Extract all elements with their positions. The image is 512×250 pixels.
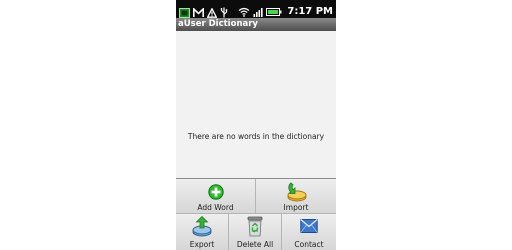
import-label: Import <box>283 203 309 212</box>
delete-all-label: Delete All <box>236 240 274 249</box>
envelope-icon <box>300 218 318 238</box>
add-word-label: Add Word <box>197 203 234 212</box>
add-icon <box>207 184 224 204</box>
app-title: aUser Dictionary <box>178 19 258 29</box>
word-list-area: There are no words in the dictionary <box>176 31 336 178</box>
recycle-bin-icon <box>246 216 264 241</box>
status-time: 7:17 PM <box>287 5 333 17</box>
contact-menu-item[interactable]: Contact <box>282 214 336 250</box>
options-menu: Add Word Import Export Delete All Contac <box>176 178 336 250</box>
export-label: Export <box>189 240 215 249</box>
import-menu-item[interactable]: Import <box>256 179 336 214</box>
empty-list-message: There are no words in the dictionary <box>187 132 325 141</box>
add-word-menu-item[interactable]: Add Word <box>176 179 256 214</box>
export-menu-item[interactable]: Export <box>176 214 229 250</box>
delete-all-menu-item[interactable]: Delete All <box>229 214 282 250</box>
contact-label: Contact <box>294 240 324 249</box>
status-bar: 7:17 PM <box>176 0 336 18</box>
app-title-bar: aUser Dictionary <box>176 18 336 31</box>
phone-screen: 7:17 PM aUser Dictionary There are no wo… <box>176 0 336 250</box>
export-icon <box>191 215 213 241</box>
